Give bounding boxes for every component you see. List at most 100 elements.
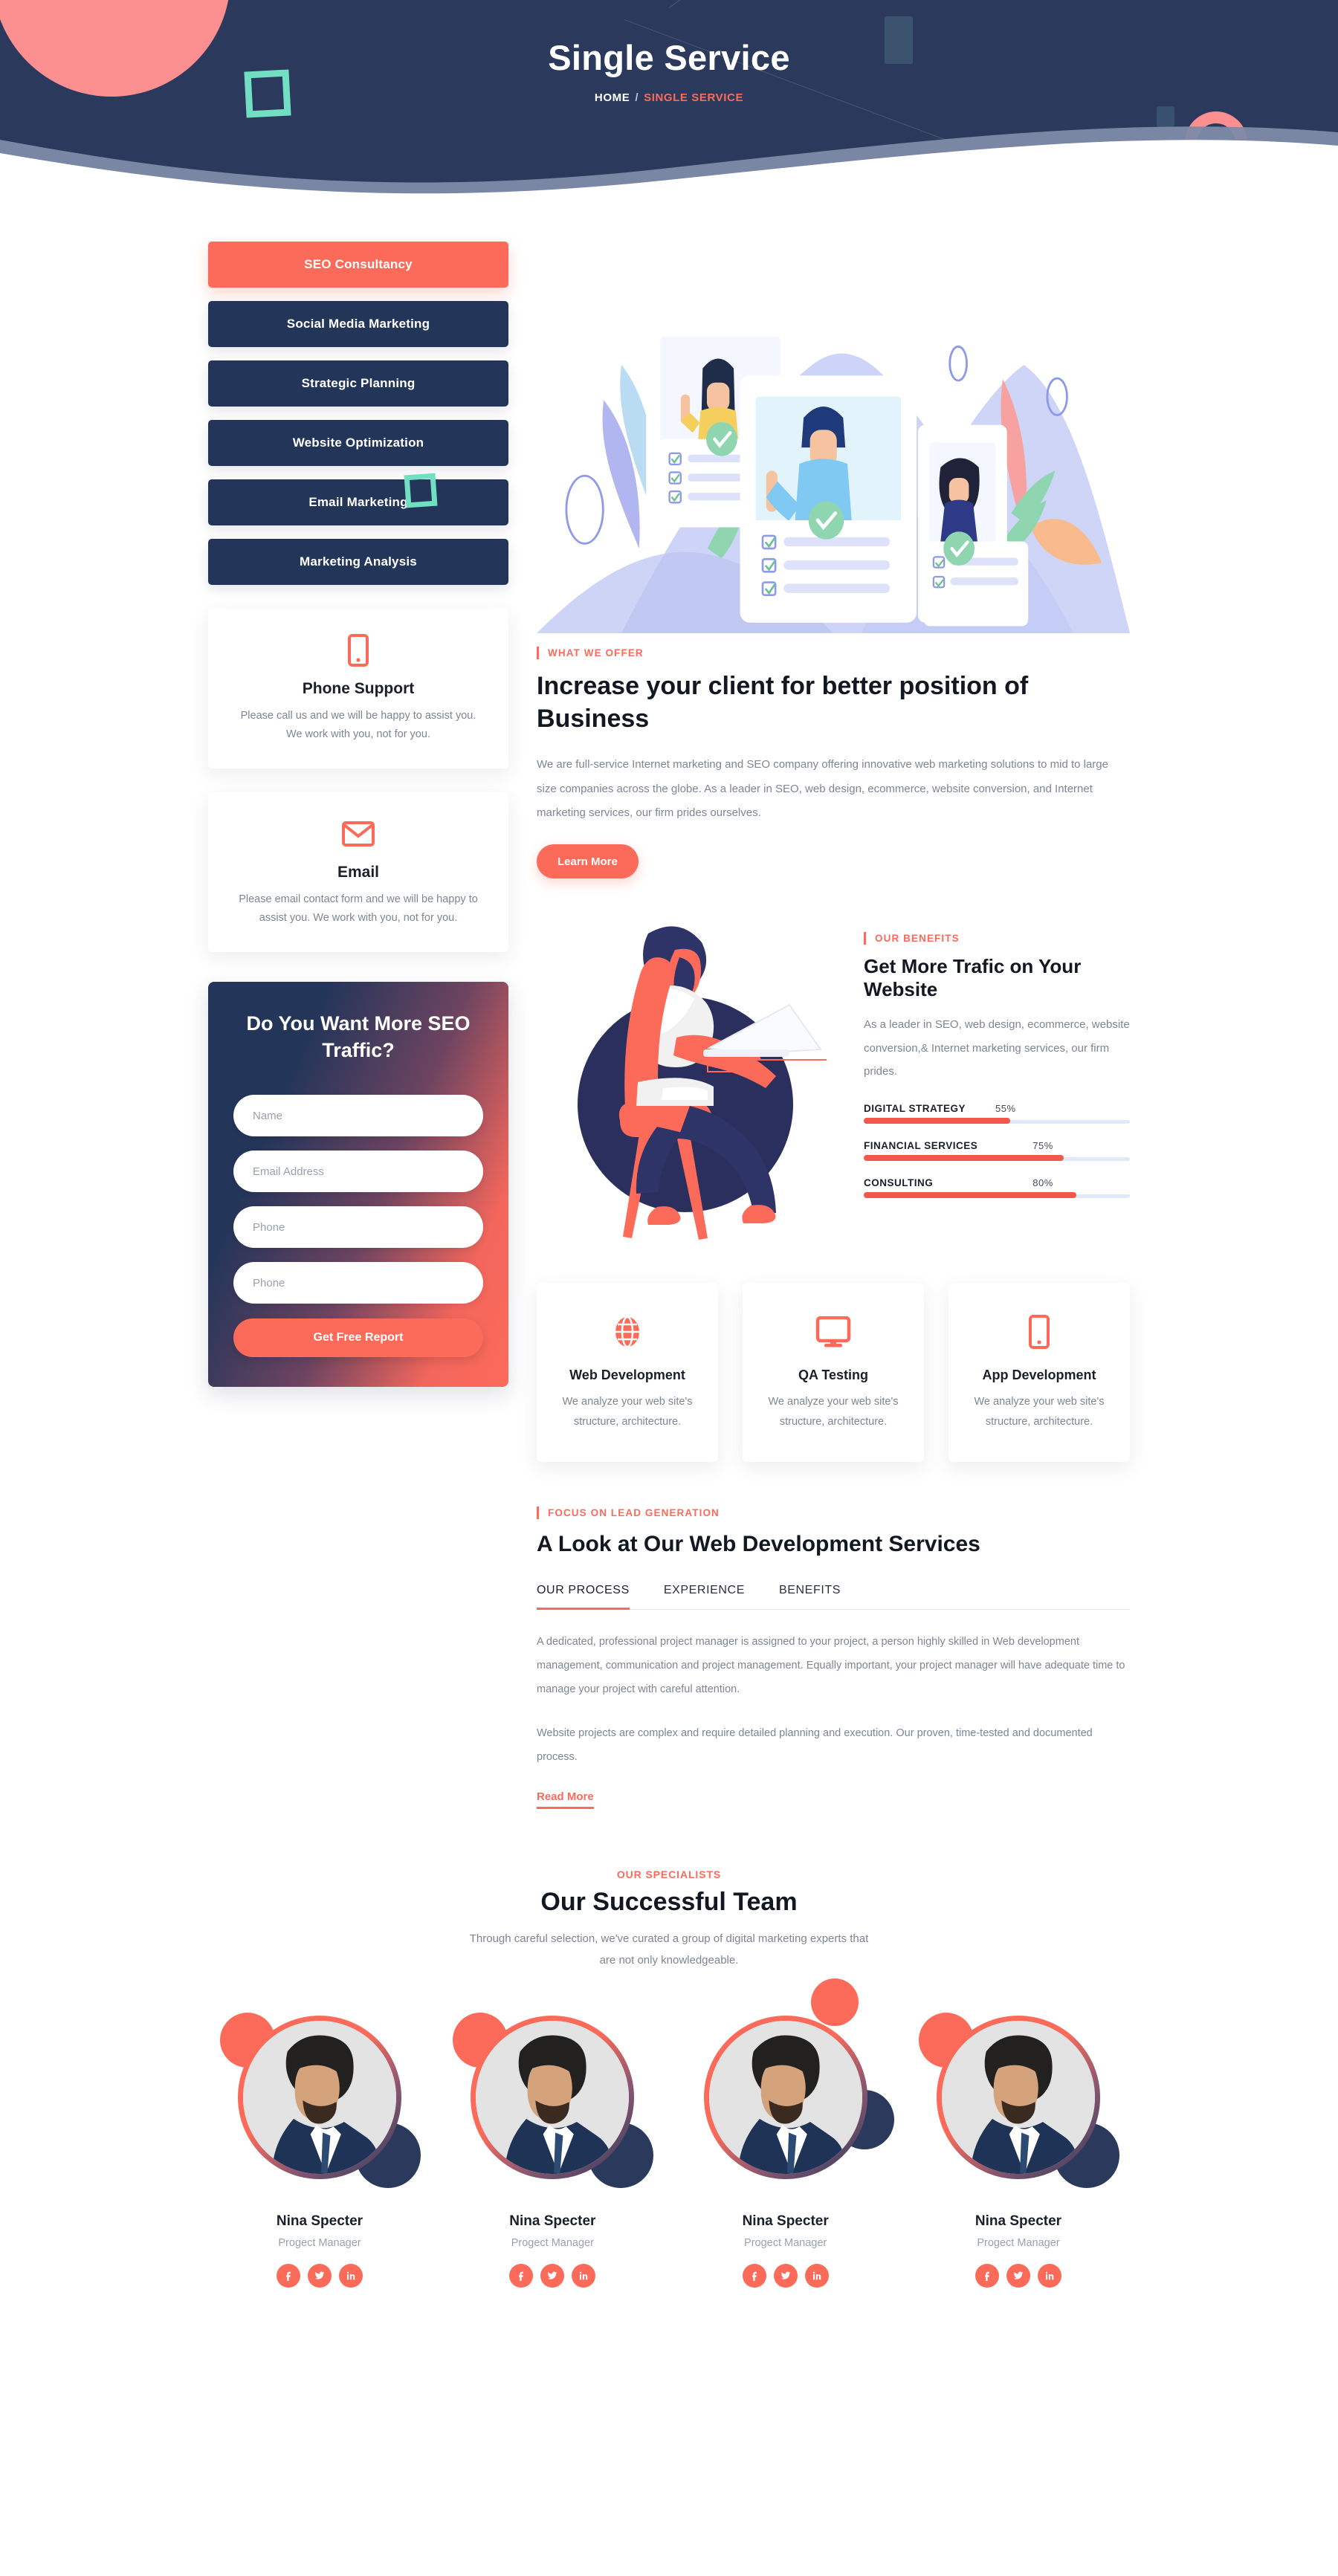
avatar-wrapper bbox=[220, 2008, 421, 2189]
facebook-icon[interactable] bbox=[509, 2264, 534, 2288]
eyebrow-bar-icon bbox=[864, 932, 866, 945]
linkedin-icon[interactable] bbox=[1037, 2264, 1061, 2288]
benefits-eyebrow: OUR BENEFITS bbox=[864, 932, 1130, 945]
decorative-coral-dot bbox=[810, 1978, 859, 2027]
sidebar-item-seo-consultancy[interactable]: SEO Consultancy bbox=[208, 242, 508, 288]
breadcrumb-current: SINGLE SERVICE bbox=[644, 91, 744, 104]
breadcrumb-home[interactable]: HOME bbox=[595, 91, 630, 104]
sidebar-item-social-media-marketing[interactable]: Social Media Marketing bbox=[208, 301, 508, 347]
seo-traffic-form: Do You Want More SEO Traffic? Name Email… bbox=[208, 981, 508, 1388]
avatar bbox=[471, 2016, 635, 2180]
lead-eyebrow-text: FOCUS ON LEAD GENERATION bbox=[548, 1507, 720, 1518]
contact-card-title: Email bbox=[337, 863, 380, 881]
seo-name-input[interactable]: Name bbox=[233, 1095, 483, 1137]
seo-email-placeholder: Email Address bbox=[253, 1165, 324, 1178]
benefits-heading: Get More Trafic on Your Website bbox=[864, 955, 1082, 1001]
read-more-link[interactable]: Read More bbox=[537, 1790, 594, 1810]
facebook-icon[interactable] bbox=[975, 2264, 999, 2288]
team-member-role: Progect Manager bbox=[511, 2237, 594, 2250]
linkedin-icon[interactable] bbox=[804, 2264, 829, 2288]
seo-phone-placeholder: Phone bbox=[253, 1220, 285, 1234]
feature-card-qa-testing: QA Testing We analyze your web site's st… bbox=[743, 1283, 924, 1462]
avatar-wrapper bbox=[918, 2008, 1119, 2189]
seo-email-input[interactable]: Email Address bbox=[233, 1151, 483, 1193]
decorative-teal-square-left bbox=[404, 473, 438, 508]
seo-phone2-input[interactable]: Phone bbox=[233, 1262, 483, 1304]
tab-panel-our-process: A dedicated, professional project manage… bbox=[537, 1631, 1130, 1810]
seo-form-title: Do You Want More SEO Traffic? bbox=[246, 1012, 471, 1061]
lead-eyebrow: FOCUS ON LEAD GENERATION bbox=[537, 1506, 1130, 1519]
lead-generation-section: FOCUS ON LEAD GENERATION A Look at Our W… bbox=[537, 1506, 1130, 1810]
skill-fill bbox=[864, 1191, 1077, 1198]
facebook-icon[interactable] bbox=[742, 2264, 766, 2288]
skill-value: 80% bbox=[1032, 1177, 1053, 1188]
feature-card-app-development: App Development We analyze your web site… bbox=[948, 1283, 1130, 1462]
team-section: OUR SPECIALISTS Our Successful Team Thro… bbox=[208, 1868, 1130, 2288]
tab-experience[interactable]: EXPERIENCE bbox=[664, 1584, 745, 1609]
team-member-role: Progect Manager bbox=[744, 2237, 827, 2250]
learn-more-button[interactable]: Learn More bbox=[537, 844, 639, 879]
mobile-phone-icon bbox=[968, 1311, 1111, 1353]
sidebar-item-email-marketing[interactable]: Email Marketing bbox=[208, 479, 508, 525]
skill-value: 75% bbox=[1032, 1139, 1053, 1151]
skill-fill bbox=[864, 1154, 1064, 1161]
skill-bars-chart: DIGITAL STRATEGY 55% FINANCIAL SERVICES … bbox=[864, 1103, 1130, 1198]
get-free-report-button[interactable]: Get Free Report bbox=[233, 1318, 483, 1358]
twitter-icon[interactable] bbox=[308, 2264, 332, 2288]
avatar bbox=[238, 2016, 401, 2180]
team-subtitle: Through careful selection, we've curated… bbox=[469, 1932, 869, 1967]
page-hero: Single Service HOME / SINGLE SERVICE bbox=[0, 0, 1338, 195]
person-working-illustration bbox=[578, 926, 827, 1240]
offer-paragraph: We are full-service Internet marketing a… bbox=[537, 758, 1108, 819]
page-title: Single Service bbox=[548, 38, 790, 77]
linkedin-icon[interactable] bbox=[339, 2264, 363, 2288]
twitter-icon[interactable] bbox=[773, 2264, 798, 2288]
team-member-card: Nina Specter Progect Manager bbox=[208, 2008, 431, 2288]
team-member-role: Progect Manager bbox=[278, 2237, 361, 2250]
skill-label: FINANCIAL SERVICES bbox=[864, 1139, 978, 1151]
lead-heading: A Look at Our Web Development Services bbox=[537, 1531, 980, 1556]
team-member-card: Nina Specter Progect Manager bbox=[907, 2008, 1130, 2288]
tab-benefits[interactable]: BENEFITS bbox=[779, 1584, 841, 1609]
team-member-card: Nina Specter Progect Manager bbox=[674, 1978, 897, 2288]
tab-paragraph-1: A dedicated, professional project manage… bbox=[537, 1635, 1125, 1695]
eyebrow-bar-icon bbox=[537, 1506, 539, 1519]
seo-phone2-placeholder: Phone bbox=[253, 1276, 285, 1289]
team-member-card: Nina Specter Progect Manager bbox=[441, 2008, 664, 2288]
team-member-socials bbox=[674, 2264, 897, 2288]
twitter-icon[interactable] bbox=[540, 2264, 565, 2288]
service-nav: SEO Consultancy Social Media Marketing S… bbox=[208, 242, 508, 585]
twitter-icon[interactable] bbox=[1006, 2264, 1030, 2288]
avatar-wrapper bbox=[453, 2008, 654, 2189]
tab-paragraph-2: Website projects are complex and require… bbox=[537, 1727, 1093, 1764]
sidebar-item-marketing-analysis[interactable]: Marketing Analysis bbox=[208, 539, 508, 585]
monitor-icon bbox=[762, 1311, 905, 1353]
contact-card-title: Phone Support bbox=[302, 680, 415, 697]
contact-card-text: Please email contact form and we will be… bbox=[239, 893, 478, 925]
tab-our-process[interactable]: OUR PROCESS bbox=[537, 1584, 630, 1610]
benefits-paragraph: As a leader in SEO, web design, ecommerc… bbox=[864, 1018, 1130, 1078]
facebook-icon[interactable] bbox=[277, 2264, 300, 2288]
team-member-name: Nina Specter bbox=[509, 2213, 596, 2230]
team-member-socials bbox=[208, 2264, 431, 2288]
sidebar-item-strategic-planning[interactable]: Strategic Planning bbox=[208, 360, 508, 407]
feature-title: QA Testing bbox=[798, 1368, 868, 1383]
seo-phone-input[interactable]: Phone bbox=[233, 1206, 483, 1249]
skill-bar-consulting: CONSULTING 80% bbox=[864, 1177, 1130, 1198]
sidebar-item-website-optimization[interactable]: Website Optimization bbox=[208, 420, 508, 466]
contact-card-email: Email Please email contact form and we w… bbox=[208, 792, 508, 952]
avatar-wrapper bbox=[697, 1978, 894, 2187]
team-kicker: OUR SPECIALISTS bbox=[616, 1868, 722, 1881]
team-member-name: Nina Specter bbox=[742, 2213, 829, 2230]
skill-fill bbox=[864, 1117, 1010, 1124]
feature-card-web-development: Web Development We analyze your web site… bbox=[537, 1283, 718, 1462]
offer-eyebrow: WHAT WE OFFER bbox=[537, 647, 1130, 659]
breadcrumb-separator: / bbox=[635, 91, 639, 104]
linkedin-icon[interactable] bbox=[572, 2264, 596, 2288]
team-member-name: Nina Specter bbox=[276, 2213, 363, 2230]
offer-section: WHAT WE OFFER Increase your client for b… bbox=[537, 647, 1130, 879]
globe-icon bbox=[556, 1311, 699, 1353]
sidebar: SEO Consultancy Social Media Marketing S… bbox=[208, 224, 508, 1388]
feature-cards: Web Development We analyze your web site… bbox=[537, 1283, 1130, 1462]
hero-wave-divider bbox=[0, 126, 1338, 195]
